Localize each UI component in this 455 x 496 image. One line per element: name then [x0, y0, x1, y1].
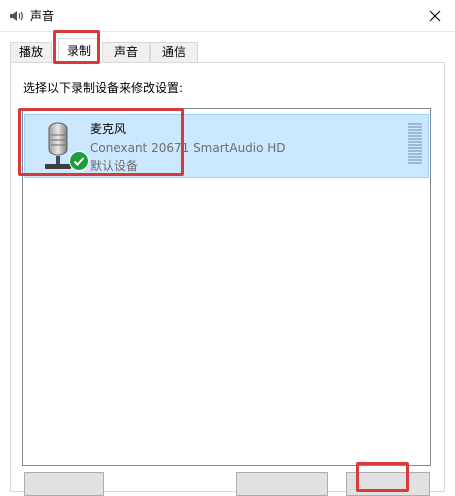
tab-label: 声音 — [113, 45, 138, 59]
speaker-icon — [10, 11, 23, 21]
title-bar: 声音 — [0, 0, 455, 32]
close-button[interactable] — [415, 0, 455, 31]
level-meter — [408, 123, 422, 167]
window-title: 声音 — [30, 9, 55, 23]
instruction-text: 选择以下录制设备来修改设置: — [23, 81, 184, 95]
annotation-highlight-button — [356, 462, 409, 492]
tab-playback[interactable]: 播放 — [10, 42, 52, 62]
configure-button[interactable] — [24, 472, 104, 496]
tab-communications[interactable]: 通信 — [150, 42, 198, 62]
annotation-highlight-device — [18, 108, 184, 176]
tab-label: 通信 — [161, 45, 186, 59]
set-default-button[interactable] — [236, 472, 328, 496]
tab-sounds[interactable]: 声音 — [102, 42, 150, 62]
annotation-highlight-tab — [53, 30, 100, 64]
tab-label: 播放 — [18, 45, 43, 59]
close-icon — [429, 10, 441, 21]
